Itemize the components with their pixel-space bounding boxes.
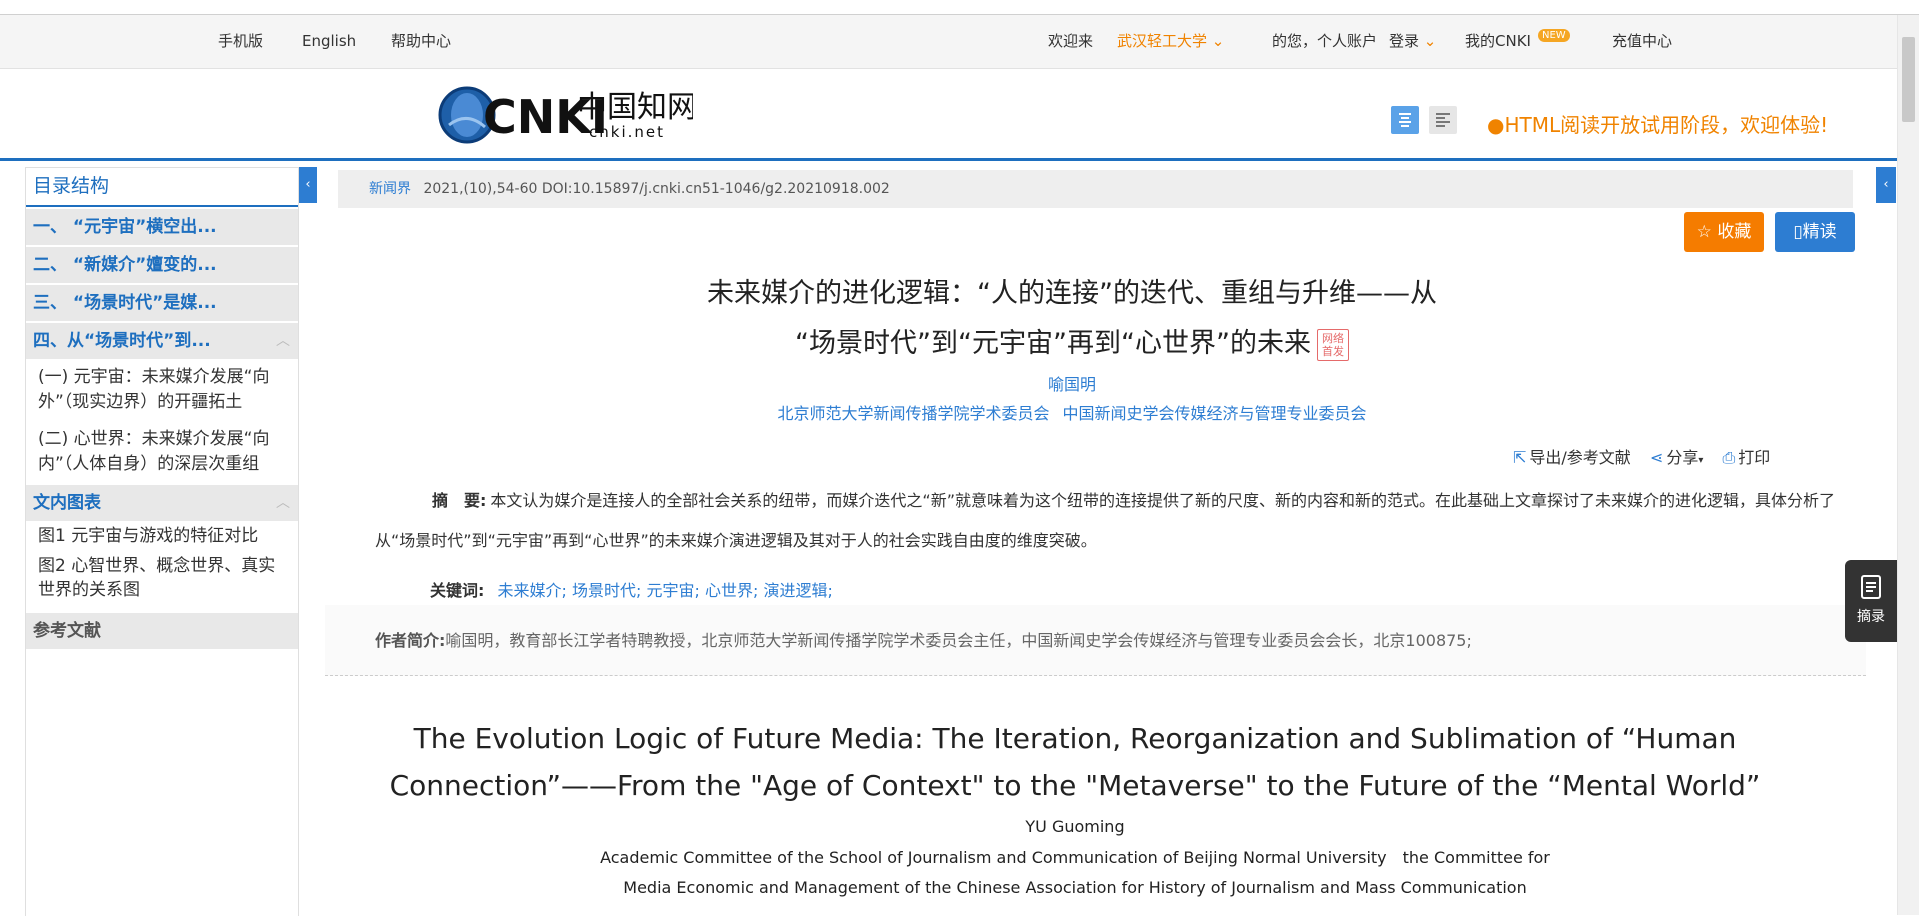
top-utility-bar: 手机版 English 帮助中心 欢迎来 武汉轻工大学 ⌄ 的您，个人账户 登录… [0, 15, 1897, 69]
affiliation-link-1[interactable]: 北京师范大学新闻传播学院学术委员会 [777, 404, 1049, 423]
excerpt-widget[interactable]: 摘录 [1845, 560, 1897, 642]
article-meta-bar: 新闻界 2021,(10),54-60 DOI:10.15897/j.cnki.… [338, 170, 1853, 208]
right-panel-toggle[interactable]: ‹ [1876, 167, 1896, 203]
references-link[interactable]: 参考文献 [26, 613, 298, 649]
printer-icon: ⎙ [1722, 448, 1736, 467]
export-icon: ⇱ [1513, 448, 1527, 467]
english-link[interactable]: English [302, 15, 356, 68]
affiliation-en: Academic Committee of the School of Jour… [600, 848, 1550, 897]
chevron-up-icon[interactable]: ︿ [276, 485, 290, 521]
trial-notice-text: HTML阅读开放试用阶段，欢迎体验! [1504, 113, 1829, 137]
new-badge: NEW [1538, 29, 1570, 42]
site-header: CNKI 中国知网 cnki.net ●HTML阅读开放试用阶段，欢迎体验! [0, 69, 1897, 161]
page-scrollbar[interactable] [1897, 15, 1919, 915]
author-en: YU Guoming [1025, 817, 1125, 836]
intensive-read-button[interactable]: ▯精读 [1775, 212, 1855, 252]
article-title-en: The Evolution Logic of Future Media: The… [389, 722, 1761, 802]
share-label: 分享 [1666, 448, 1699, 467]
print-button[interactable]: ⎙ 打印 [1722, 448, 1770, 467]
align-left-icon [1436, 113, 1450, 127]
intensive-read-label: 精读 [1802, 222, 1837, 242]
article-tools: ⇱ 导出/参考文献 ⋖ 分享▾ ⎙ 打印 [1513, 444, 1784, 468]
figures-title: 文内图表 [33, 493, 101, 513]
print-label: 打印 [1738, 448, 1771, 467]
figures-section-header[interactable]: 文内图表 ︿ [26, 483, 298, 521]
affiliations: 北京师范大学新闻传播学院学术委员会 中国新闻史学会传媒经济与管理专业委员会 [425, 400, 1719, 424]
toc-section-1[interactable]: 一、 “元宇宙”横空出... [26, 207, 298, 245]
text-view-button[interactable] [1429, 106, 1457, 134]
my-cnki-link[interactable]: 我的CNKI [1465, 15, 1531, 68]
title-line-1: 未来媒介的进化逻辑：“人的连接”的迭代、重组与升维——从 [707, 278, 1437, 309]
author-bio: 作者简介:喻国明，教育部长江学者特聘教授，北京师范大学新闻传播学院学术委员会主任… [375, 627, 1472, 651]
browser-bookmarks-strip [0, 0, 1919, 15]
export-button[interactable]: ⇱ 导出/参考文献 [1513, 448, 1631, 467]
toc-subsection-1[interactable]: (一) 元宇宙：未来媒介发展“向外”（现实边界）的开疆拓土 [26, 359, 298, 421]
toc-section-3[interactable]: 三、 “场景时代”是媒... [26, 283, 298, 321]
export-label: 导出/参考文献 [1529, 448, 1631, 467]
toc-subsection-2[interactable]: (二) 心世界：未来媒介发展“向内”（人体自身）的深层次重组 [26, 421, 298, 483]
login-dropdown[interactable]: 登录 ⌄ [1389, 15, 1436, 68]
online-first-badge: 网络首发 [1316, 328, 1349, 361]
chevron-down-icon: ⌄ [1423, 32, 1437, 50]
toc-title: 目录结构 [26, 168, 298, 207]
book-icon: ▯ [1793, 222, 1803, 242]
chevron-left-icon: ‹ [1883, 177, 1889, 192]
welcome-text: 欢迎来 [1048, 32, 1094, 50]
logo-url-text: cnki.net [589, 123, 665, 141]
collapse-sidebar-button[interactable]: ‹ [299, 167, 317, 203]
affiliation-link-2[interactable]: 中国新闻史学会传媒经济与管理专业委员会 [1063, 404, 1367, 423]
article-title-cn: 未来媒介的进化逻辑：“人的连接”的迭代、重组与升维——从 “场景时代”到“元宇宙… [425, 269, 1719, 369]
abstract-text: 本文认为媒介是连接人的全部社会关系的纽带，而媒介迭代之“新”就意味着为这个纽带的… [375, 491, 1835, 550]
share-button[interactable]: ⋖ 分享▾ [1650, 448, 1703, 467]
author-bio-section: 作者简介:喻国明，教育部长江学者特聘教授，北京师范大学新闻传播学院学术委员会主任… [325, 605, 1866, 676]
toc-section-4-label: 四、从“场景时代”到... [33, 331, 211, 351]
share-icon: ⋖ [1649, 448, 1664, 467]
chevron-down-icon: ⌄ [1211, 32, 1225, 50]
table-of-contents-sidebar: 目录结构 一、 “元宇宙”横空出... 二、 “新媒介”嬗变的... 三、 “场… [25, 167, 299, 916]
title-line-2: “场景时代”到“元宇宙”再到“心世界”的未来 [795, 328, 1311, 359]
article-main: 新闻界 2021,(10),54-60 DOI:10.15897/j.cnki.… [325, 167, 1866, 915]
login-label: 登录 [1389, 32, 1420, 50]
logo-chinese-text: 中国知网 [577, 90, 693, 125]
excerpt-label: 摘录 [1857, 609, 1885, 625]
keyword-link[interactable]: 心世界; [705, 581, 758, 600]
location-pin-icon: ● [1487, 113, 1505, 137]
figure-link-2[interactable]: 图2 心智世界、概念世界、真实世界的关系图 [26, 551, 298, 605]
help-center-link[interactable]: 帮助中心 [391, 15, 451, 68]
favorite-label: 收藏 [1717, 222, 1752, 242]
recharge-center-link[interactable]: 充值中心 [1612, 15, 1672, 68]
trial-notice: ●HTML阅读开放试用阶段，欢迎体验! [1487, 109, 1828, 138]
abstract-label: 摘 要: [432, 491, 487, 510]
align-center-icon [1399, 113, 1411, 127]
toc-section-2[interactable]: 二、 “新媒介”嬗变的... [26, 245, 298, 283]
cnki-logo[interactable]: CNKI 中国知网 cnki.net [437, 81, 693, 145]
star-icon: ☆ [1696, 222, 1712, 242]
citation-text: 2021,(10),54-60 DOI:10.15897/j.cnki.cn51… [423, 181, 890, 197]
favorite-button[interactable]: ☆ 收藏 [1684, 212, 1764, 252]
keyword-link[interactable]: 场景时代; [572, 581, 641, 600]
journal-link[interactable]: 新闻界 [369, 181, 411, 197]
figure-link-1[interactable]: 图1 元宇宙与游戏的特征对比 [26, 521, 298, 551]
abstract-block: 摘 要: 本文认为媒介是连接人的全部社会关系的纽带，而媒介迭代之“新”就意味着为这… [375, 481, 1851, 561]
list-view-button[interactable] [1391, 106, 1419, 134]
bio-label: 作者简介: [375, 631, 446, 650]
chevron-left-icon: ‹ [305, 177, 311, 192]
toc-section-4[interactable]: 四、从“场景时代”到... ︿ [26, 321, 298, 359]
mobile-version-link[interactable]: 手机版 [218, 15, 263, 68]
author-link[interactable]: 喻国明 [425, 371, 1719, 395]
keyword-link[interactable]: 未来媒介; [498, 581, 567, 600]
bio-text: 喻国明，教育部长江学者特聘教授，北京师范大学新闻传播学院学术委员会主任，中国新闻… [445, 631, 1472, 650]
keyword-link[interactable]: 演进逻辑; [764, 581, 833, 600]
institution-dropdown[interactable]: 武汉轻工大学 ⌄ [1117, 15, 1224, 68]
institution-name: 武汉轻工大学 [1117, 32, 1208, 50]
chevron-up-icon[interactable]: ︿ [276, 323, 290, 359]
keywords-label: 关键词: [430, 581, 485, 600]
scrollbar-thumb[interactable] [1902, 37, 1915, 122]
keyword-link[interactable]: 元宇宙; [647, 581, 700, 600]
note-icon [1861, 575, 1881, 599]
caret-down-icon: ▾ [1698, 455, 1704, 466]
greeting-text: 的您，个人账户 [1272, 32, 1378, 50]
